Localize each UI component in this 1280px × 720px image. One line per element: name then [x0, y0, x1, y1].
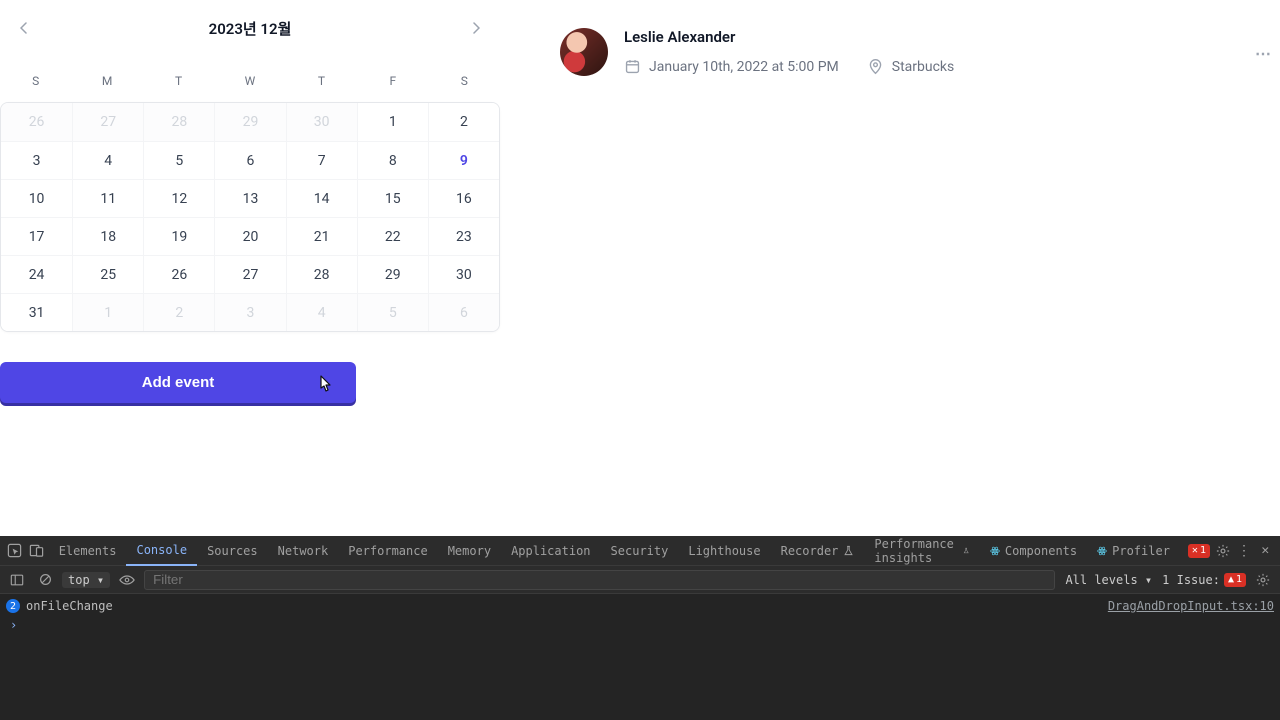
inspect-icon[interactable] [6, 540, 23, 562]
error-badge[interactable]: ✕ 1 [1188, 544, 1210, 558]
console-log-row: 2 onFileChange DragAndDropInput.tsx:10 [6, 596, 1274, 616]
calendar-day[interactable]: 19 [143, 217, 214, 255]
calendar-day[interactable]: 22 [357, 217, 428, 255]
device-toggle-icon[interactable] [27, 540, 44, 562]
calendar-day[interactable]: 29 [357, 255, 428, 293]
console-filter-input[interactable] [144, 570, 1055, 590]
calendar-day[interactable]: 28 [286, 255, 357, 293]
calendar-day[interactable]: 18 [72, 217, 143, 255]
event-location: Starbucks [892, 59, 954, 75]
calendar-day[interactable]: 3 [1, 141, 72, 179]
weekday-label: F [357, 68, 428, 94]
devtools-settings-icon[interactable] [1214, 540, 1231, 562]
calendar-day[interactable]: 24 [1, 255, 72, 293]
weekday-label: M [71, 68, 142, 94]
calendar-day[interactable]: 10 [1, 179, 72, 217]
console-prompt[interactable]: › [6, 616, 1274, 634]
calendar-day[interactable]: 6 [214, 141, 285, 179]
calendar-day[interactable]: 26 [143, 255, 214, 293]
calendar-day[interactable]: 6 [428, 293, 499, 331]
calendar-day[interactable]: 2 [428, 103, 499, 141]
calendar-day[interactable]: 23 [428, 217, 499, 255]
weekday-label: S [0, 68, 71, 94]
calendar-day[interactable]: 31 [1, 293, 72, 331]
event-person-name: Leslie Alexander [624, 28, 954, 46]
prev-month-button[interactable] [12, 16, 36, 40]
devtools-tab-network[interactable]: Network [268, 536, 339, 566]
clear-console-icon[interactable] [34, 569, 56, 591]
devtools-tab-recorder[interactable]: Recorder [771, 536, 865, 566]
location-icon [867, 58, 884, 75]
calendar-icon [624, 58, 641, 75]
calendar-day[interactable]: 28 [143, 103, 214, 141]
devtools-tab-performance[interactable]: Performance [338, 536, 437, 566]
devtools-close-icon[interactable]: ✕ [1257, 540, 1274, 562]
calendar-day[interactable]: 7 [286, 141, 357, 179]
add-event-button[interactable]: Add event [0, 362, 356, 403]
calendar-day[interactable]: 21 [286, 217, 357, 255]
calendar-day[interactable]: 5 [357, 293, 428, 331]
console-settings-icon[interactable] [1252, 569, 1274, 591]
weekday-label: T [286, 68, 357, 94]
calendar-day[interactable]: 1 [357, 103, 428, 141]
console-log-source[interactable]: DragAndDropInput.tsx:10 [1108, 599, 1274, 613]
devtools-tab-components[interactable]: Components [980, 536, 1087, 566]
calendar-day[interactable]: 16 [428, 179, 499, 217]
calendar-day[interactable]: 30 [286, 103, 357, 141]
devtools-tab-security[interactable]: Security [601, 536, 679, 566]
calendar-day[interactable]: 4 [72, 141, 143, 179]
log-level-selector[interactable]: All levels ▾ [1061, 573, 1156, 587]
devtools-tab-performance-insights[interactable]: Performance insights [864, 536, 979, 566]
issues-indicator[interactable]: 1 Issue: ▲ 1 [1162, 573, 1246, 587]
calendar-day[interactable]: 30 [428, 255, 499, 293]
execution-context-selector[interactable]: top ▾ [62, 572, 110, 588]
calendar-day[interactable]: 20 [214, 217, 285, 255]
event-options-button[interactable]: ⋯ [1255, 44, 1272, 63]
calendar-day[interactable]: 4 [286, 293, 357, 331]
calendar-day[interactable]: 11 [72, 179, 143, 217]
calendar-day[interactable]: 5 [143, 141, 214, 179]
next-month-button[interactable] [464, 16, 488, 40]
weekday-label: T [143, 68, 214, 94]
avatar [560, 28, 608, 76]
calendar-day[interactable]: 2 [143, 293, 214, 331]
calendar-day[interactable]: 13 [214, 179, 285, 217]
calendar-day[interactable]: 12 [143, 179, 214, 217]
calendar-day[interactable]: 29 [214, 103, 285, 141]
calendar-day[interactable]: 27 [72, 103, 143, 141]
calendar-day[interactable]: 25 [72, 255, 143, 293]
calendar-day[interactable]: 15 [357, 179, 428, 217]
devtools-tab-elements[interactable]: Elements [49, 536, 127, 566]
calendar-day[interactable]: 3 [214, 293, 285, 331]
weekday-label: S [429, 68, 500, 94]
devtools-tab-memory[interactable]: Memory [438, 536, 501, 566]
devtools-tab-sources[interactable]: Sources [197, 536, 268, 566]
devtools-tab-lighthouse[interactable]: Lighthouse [678, 536, 770, 566]
devtools-tab-application[interactable]: Application [501, 536, 600, 566]
calendar-title: 2023년 12월 [209, 18, 292, 39]
devtools-menu-icon[interactable]: ⋮ [1235, 540, 1252, 562]
calendar-day[interactable]: 8 [357, 141, 428, 179]
devtools-panel: ElementsConsoleSourcesNetworkPerformance… [0, 536, 1280, 720]
calendar-day[interactable]: 27 [214, 255, 285, 293]
live-expression-icon[interactable] [116, 569, 138, 591]
console-log-message: onFileChange [26, 599, 113, 613]
info-icon: 2 [6, 599, 20, 613]
calendar-day[interactable]: 17 [1, 217, 72, 255]
console-sidebar-toggle-icon[interactable] [6, 569, 28, 591]
weekday-label: W [214, 68, 285, 94]
devtools-tab-console[interactable]: Console [126, 536, 197, 566]
devtools-tab-profiler[interactable]: Profiler [1087, 536, 1180, 566]
event-datetime: January 10th, 2022 at 5:00 PM [649, 59, 839, 75]
calendar-day[interactable]: 9 [428, 141, 499, 179]
calendar-day[interactable]: 14 [286, 179, 357, 217]
calendar-day[interactable]: 1 [72, 293, 143, 331]
calendar-day[interactable]: 26 [1, 103, 72, 141]
